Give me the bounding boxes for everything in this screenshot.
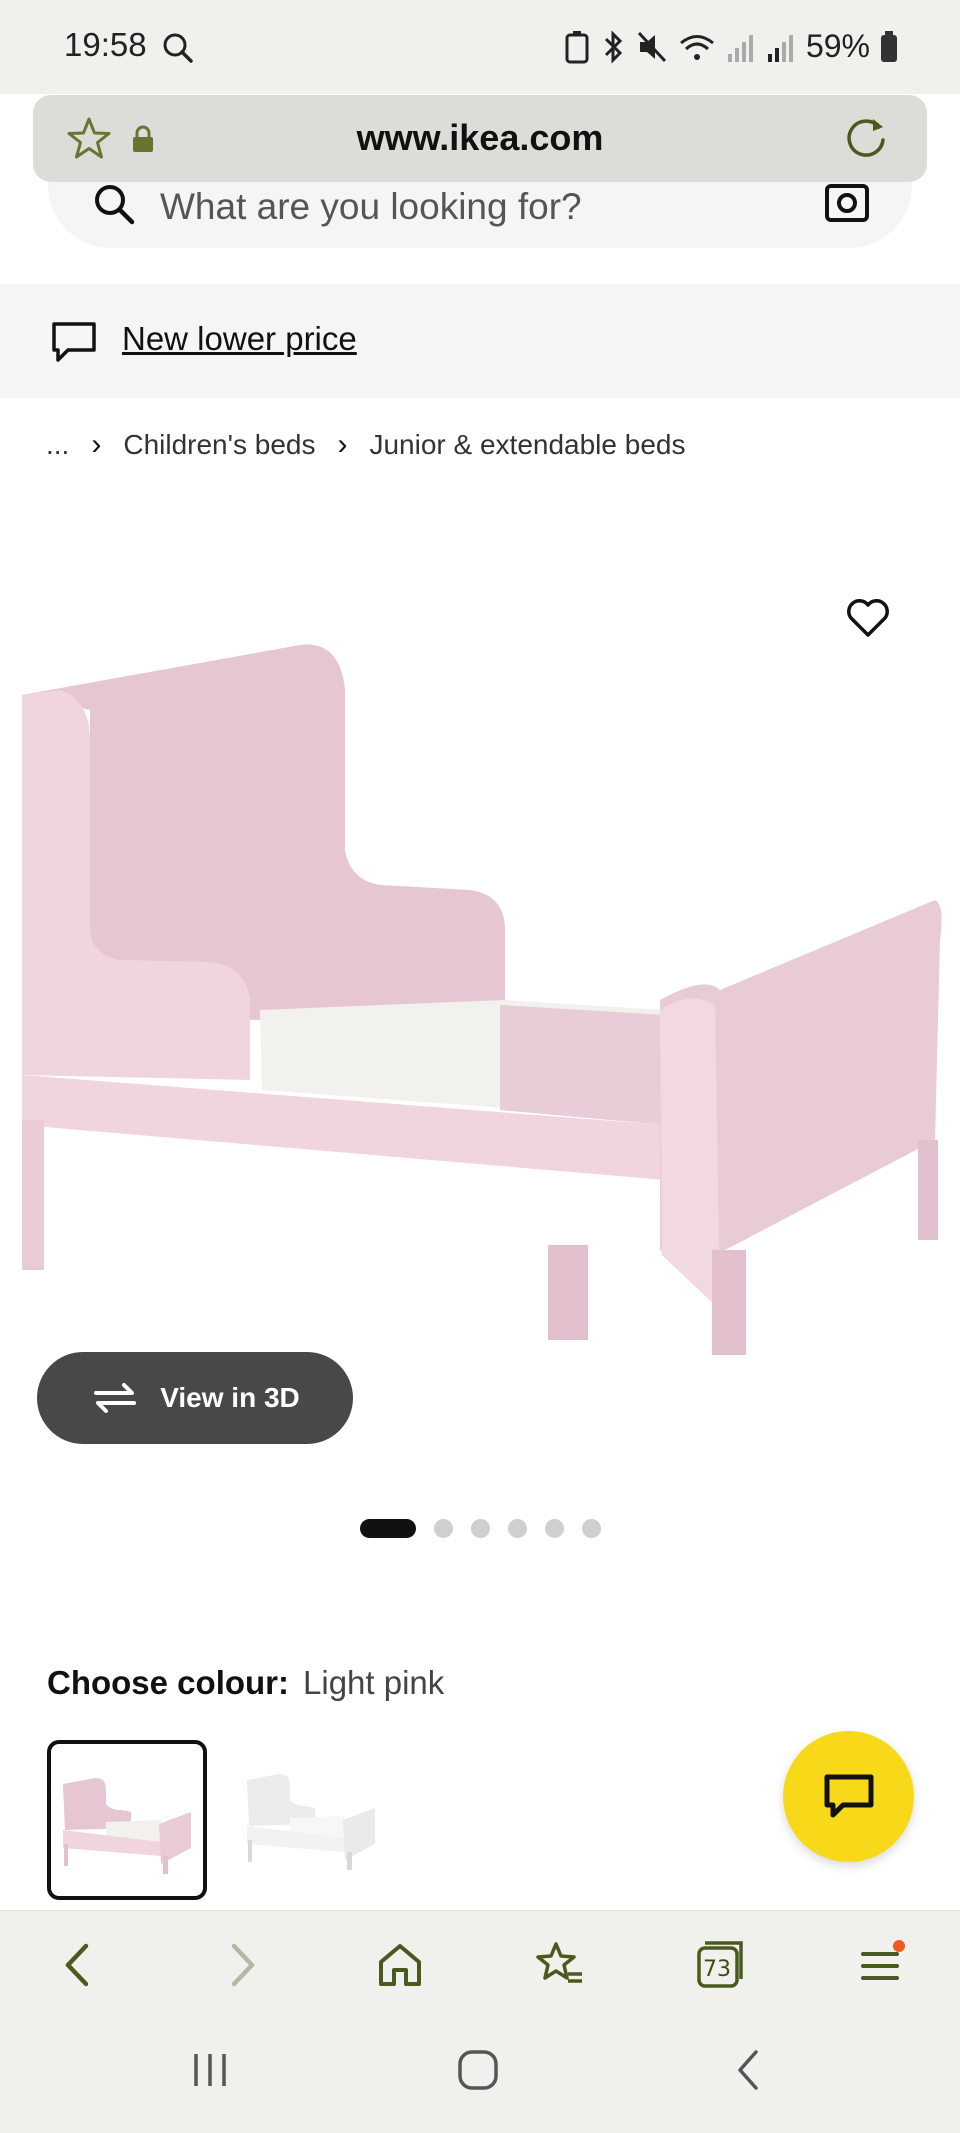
view-in-3d-button[interactable]: View in 3D bbox=[37, 1352, 353, 1444]
carousel-dot[interactable] bbox=[433, 1519, 453, 1538]
breadcrumb-item-childrens-beds[interactable]: Children's beds bbox=[123, 429, 315, 461]
tabs-icon[interactable]: 73 bbox=[690, 1935, 750, 1995]
browser-toolbar: 73 bbox=[0, 1910, 960, 2018]
bookmarks-icon[interactable] bbox=[530, 1935, 590, 1995]
url-text[interactable]: www.ikea.com bbox=[33, 117, 927, 159]
search-icon bbox=[162, 32, 194, 69]
chevron-right-icon: › bbox=[337, 428, 348, 461]
signal-roaming-icon bbox=[767, 34, 793, 62]
speech-bubble-icon bbox=[50, 320, 98, 369]
mute-icon bbox=[637, 31, 667, 62]
chat-button[interactable] bbox=[783, 1731, 914, 1862]
rotate-3d-icon bbox=[94, 1383, 137, 1413]
back-nav-icon[interactable] bbox=[730, 2048, 766, 2097]
reload-icon[interactable] bbox=[841, 113, 891, 168]
selected-colour-value: Light pink bbox=[303, 1664, 445, 1701]
product-image[interactable] bbox=[0, 560, 960, 1380]
colour-swatch-white[interactable] bbox=[235, 1740, 395, 1900]
tabs-count: 73 bbox=[703, 1956, 731, 1982]
forward-icon[interactable] bbox=[212, 1935, 272, 1995]
back-icon[interactable] bbox=[48, 1935, 108, 1995]
breadcrumb: ... › Children's beds › Junior & extenda… bbox=[46, 428, 685, 462]
recent-apps-icon[interactable] bbox=[190, 2048, 230, 2097]
search-icon bbox=[92, 182, 136, 231]
carousel-dot[interactable] bbox=[470, 1519, 490, 1538]
bluetooth-icon bbox=[604, 29, 623, 64]
choose-colour-label: Choose colour: Light pink bbox=[47, 1664, 444, 1702]
breadcrumb-item-junior-beds[interactable]: Junior & extendable beds bbox=[369, 429, 685, 461]
promo-banner[interactable]: New lower price bbox=[0, 284, 960, 398]
view-in-3d-label: View in 3D bbox=[160, 1382, 300, 1413]
system-nav-bar bbox=[0, 2018, 960, 2133]
chevron-right-icon: › bbox=[91, 428, 102, 461]
promo-link[interactable]: New lower price bbox=[122, 320, 357, 358]
colour-swatch-light-pink[interactable] bbox=[47, 1740, 207, 1900]
carousel-dot[interactable] bbox=[359, 1519, 416, 1538]
carousel-dot[interactable] bbox=[507, 1519, 527, 1538]
status-icons: 59% bbox=[564, 28, 898, 65]
battery-saver-icon bbox=[565, 30, 589, 63]
carousel-dot[interactable] bbox=[581, 1519, 601, 1538]
choose-colour-title: Choose colour: bbox=[47, 1664, 290, 1701]
status-time: 19:58 bbox=[64, 26, 147, 63]
carousel-dot[interactable] bbox=[544, 1519, 564, 1538]
battery-icon bbox=[881, 30, 897, 62]
search-strip: What are you looking for? bbox=[0, 182, 960, 282]
status-bar: 19:58 59% bbox=[0, 0, 960, 94]
signal-icon bbox=[727, 34, 753, 62]
url-bar[interactable]: www.ikea.com bbox=[33, 95, 927, 182]
search-input[interactable]: What are you looking for? bbox=[48, 182, 912, 248]
chat-icon bbox=[824, 1774, 873, 1817]
menu-icon[interactable] bbox=[850, 1935, 910, 1995]
image-carousel-dots bbox=[0, 1519, 960, 1538]
home-icon[interactable] bbox=[370, 1935, 430, 1995]
home-nav-icon[interactable] bbox=[456, 2048, 500, 2097]
search-placeholder: What are you looking for? bbox=[160, 186, 582, 227]
wifi-icon bbox=[680, 34, 714, 60]
battery-percent: 59% bbox=[805, 28, 870, 64]
breadcrumb-ellipsis[interactable]: ... bbox=[46, 429, 69, 461]
camera-search-icon[interactable] bbox=[824, 182, 870, 231]
